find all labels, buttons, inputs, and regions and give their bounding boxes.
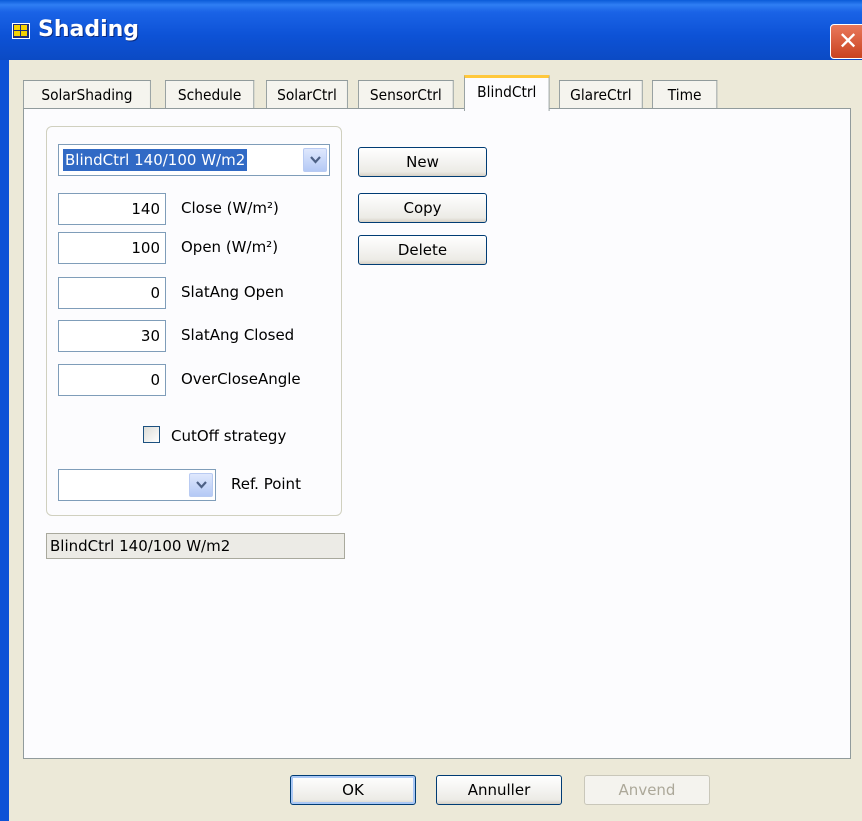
tab-solarshading[interactable]: SolarShading bbox=[23, 80, 151, 110]
ref-point-label: Ref. Point bbox=[231, 475, 301, 493]
ok-button[interactable]: OK bbox=[290, 775, 416, 805]
chevron-down-icon[interactable] bbox=[303, 148, 327, 172]
tab-blindctrl[interactable]: BlindCtrl bbox=[464, 75, 550, 111]
slat-angle-open-field[interactable]: 0 bbox=[58, 277, 166, 309]
shading-dialog: Shading ✕ SolarShading Schedule SolarCtr… bbox=[0, 0, 862, 821]
overclose-angle-label: OverCloseAngle bbox=[181, 370, 301, 388]
slat-angle-closed-field[interactable]: 30 bbox=[58, 320, 166, 352]
blindctrl-select[interactable]: BlindCtrl 140/100 W/m2 bbox=[58, 144, 330, 176]
cutoff-strategy-checkbox[interactable] bbox=[143, 426, 160, 443]
title-bar[interactable]: Shading ✕ bbox=[0, 0, 862, 60]
tab-glarectrl[interactable]: GlareCtrl bbox=[559, 80, 643, 110]
chevron-down-icon[interactable] bbox=[189, 473, 213, 497]
overclose-angle-field[interactable]: 0 bbox=[58, 364, 166, 396]
tab-time[interactable]: Time bbox=[652, 80, 718, 110]
close-button[interactable]: ✕ bbox=[830, 24, 862, 59]
cancel-button[interactable]: Annuller bbox=[436, 775, 562, 805]
close-threshold-field[interactable]: 140 bbox=[58, 193, 166, 225]
tab-label: SolarShading bbox=[41, 86, 133, 104]
slat-angle-open-label: SlatAng Open bbox=[181, 283, 284, 301]
copy-button[interactable]: Copy bbox=[358, 193, 487, 223]
delete-button[interactable]: Delete bbox=[358, 235, 487, 265]
open-threshold-field[interactable]: 100 bbox=[58, 232, 166, 264]
tab-solarctrl[interactable]: SolarCtrl bbox=[266, 80, 348, 110]
open-threshold-label: Open (W/m²) bbox=[181, 238, 279, 256]
tab-label: BlindCtrl bbox=[477, 83, 537, 101]
tab-label: Schedule bbox=[177, 86, 242, 104]
ref-point-select[interactable] bbox=[58, 469, 216, 501]
cutoff-strategy-label: CutOff strategy bbox=[171, 427, 287, 445]
close-icon: ✕ bbox=[837, 27, 859, 55]
apply-button[interactable]: Anvend bbox=[584, 775, 710, 805]
tab-schedule[interactable]: Schedule bbox=[165, 80, 255, 110]
selected-control-display: BlindCtrl 140/100 W/m2 bbox=[46, 533, 345, 559]
new-button[interactable]: New bbox=[358, 147, 487, 177]
tab-label: GlareCtrl bbox=[570, 86, 632, 104]
close-threshold-label: Close (W/m²) bbox=[181, 199, 279, 217]
tab-label: SolarCtrl bbox=[277, 86, 337, 104]
slat-angle-closed-label: SlatAng Closed bbox=[181, 326, 295, 344]
tab-label: SensorCtrl bbox=[369, 86, 442, 104]
tab-sensorctrl[interactable]: SensorCtrl bbox=[358, 80, 454, 110]
window-title: Shading bbox=[38, 17, 140, 42]
tab-label: Time bbox=[667, 86, 702, 104]
grid-icon bbox=[12, 23, 30, 39]
window-frame bbox=[0, 60, 9, 821]
selected-value: BlindCtrl 140/100 W/m2 bbox=[63, 149, 248, 171]
